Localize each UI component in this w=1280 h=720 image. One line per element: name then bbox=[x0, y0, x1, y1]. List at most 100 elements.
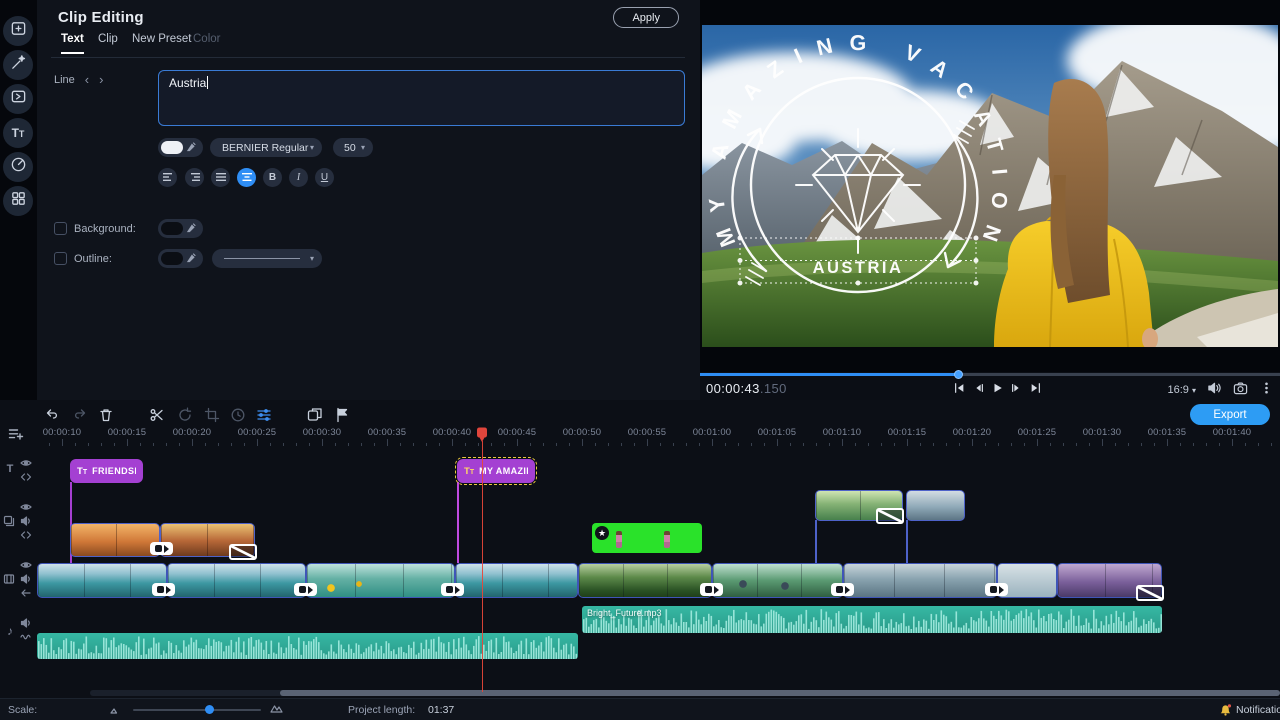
mute-icon[interactable] bbox=[19, 616, 33, 629]
video-clip-segment[interactable] bbox=[455, 563, 578, 598]
eye-icon[interactable] bbox=[19, 500, 33, 513]
zoom-out-icon[interactable] bbox=[110, 705, 121, 717]
tab-color[interactable]: Color bbox=[193, 33, 220, 45]
video-clip-segment[interactable] bbox=[37, 563, 167, 598]
playhead-handle[interactable] bbox=[476, 427, 488, 443]
color-swatch bbox=[161, 141, 183, 154]
audio-clip[interactable] bbox=[37, 633, 578, 659]
align-left-button[interactable] bbox=[158, 168, 177, 187]
skip-start-button[interactable] bbox=[952, 381, 967, 395]
seek-handle[interactable] bbox=[954, 370, 963, 379]
magic-wand-icon bbox=[10, 54, 27, 76]
align-justify-button[interactable] bbox=[211, 168, 230, 187]
chevron-left-icon[interactable]: ‹ bbox=[85, 73, 89, 86]
next-frame-button[interactable] bbox=[1009, 381, 1024, 395]
align-center-button[interactable] bbox=[237, 168, 256, 187]
prev-frame-button[interactable] bbox=[971, 381, 986, 395]
more-menu-button[interactable] bbox=[1259, 381, 1274, 398]
outline-color-picker[interactable] bbox=[158, 249, 203, 268]
sidebar-item-stickers[interactable] bbox=[3, 152, 33, 182]
background-checkbox[interactable] bbox=[54, 222, 67, 235]
italic-button[interactable]: I bbox=[289, 168, 308, 187]
transition-badge[interactable] bbox=[441, 583, 464, 596]
sidebar-item-media[interactable] bbox=[3, 16, 33, 46]
mute-icon[interactable] bbox=[19, 572, 33, 585]
eyedropper-icon bbox=[186, 139, 198, 157]
scale-slider[interactable] bbox=[133, 709, 261, 711]
audio-clip[interactable]: Bright_Future.mp3 bbox=[582, 606, 1162, 633]
video-clip-segment[interactable] bbox=[712, 563, 843, 598]
chevron-right-icon[interactable]: › bbox=[99, 73, 103, 86]
no-transition-badge[interactable] bbox=[876, 508, 904, 524]
overlay-clip[interactable]: ★ bbox=[592, 523, 702, 553]
grid-icon bbox=[10, 190, 27, 212]
transition-badge[interactable] bbox=[831, 583, 854, 596]
video-clip-segment[interactable] bbox=[167, 563, 306, 598]
transition-badge[interactable] bbox=[294, 583, 317, 596]
title-clip[interactable]: TTMY AMAZING bbox=[457, 459, 535, 483]
video-clip-segment[interactable] bbox=[578, 563, 712, 598]
aspect-ratio-select[interactable]: 16:9 ▾ bbox=[1168, 384, 1197, 396]
overlay-clip[interactable] bbox=[906, 490, 965, 521]
arrow-left-icon[interactable] bbox=[19, 586, 33, 599]
bell-icon[interactable] bbox=[1218, 703, 1233, 720]
video-preview[interactable]: MY AMAZING VACATION AUSTRIA bbox=[702, 25, 1278, 347]
video-clip-segment[interactable] bbox=[843, 563, 997, 598]
zoom-in-icon[interactable] bbox=[270, 703, 284, 716]
underline-button[interactable]: U bbox=[315, 168, 334, 187]
font-family-select[interactable]: BERNIER Regular ▾ bbox=[210, 138, 322, 157]
tab-text[interactable]: Text bbox=[61, 33, 84, 45]
transition-badge[interactable] bbox=[985, 583, 1008, 596]
no-transition-badge[interactable] bbox=[229, 544, 257, 560]
no-transition-badge[interactable] bbox=[1136, 585, 1164, 601]
link-icon[interactable] bbox=[19, 528, 33, 541]
volume-button[interactable] bbox=[1207, 381, 1222, 398]
background-label: Background: bbox=[74, 223, 136, 235]
sidebar-item-more[interactable] bbox=[3, 186, 33, 216]
video-clip-segment[interactable] bbox=[306, 563, 455, 598]
mute-icon[interactable] bbox=[19, 514, 33, 527]
title-clip[interactable]: TTFRIENDSHIP bbox=[70, 459, 143, 483]
background-color-picker[interactable] bbox=[158, 219, 203, 238]
playhead-line[interactable] bbox=[482, 441, 484, 692]
player-controls: 00:00:43.150 16:9 ▾ bbox=[700, 372, 1280, 400]
status-bar: Scale: Project length: 01:37 Notificatio… bbox=[0, 698, 1280, 720]
skip-end-button[interactable] bbox=[1028, 381, 1043, 395]
text-clip-icon: TT bbox=[77, 466, 87, 477]
tracks-area: T ♪ TTFRIENDSHIPTTMY AMAZING★Bright_Futu… bbox=[0, 400, 1280, 698]
outline-checkbox[interactable] bbox=[54, 252, 67, 265]
bold-button[interactable]: B bbox=[263, 168, 282, 187]
sidebar-item-titles[interactable]: TT bbox=[3, 118, 33, 148]
eye-icon[interactable] bbox=[19, 558, 33, 571]
text-color-picker[interactable] bbox=[158, 138, 203, 157]
eye-icon[interactable] bbox=[19, 456, 33, 469]
scale-slider-knob[interactable] bbox=[205, 705, 214, 714]
font-size-value: 50 bbox=[344, 142, 356, 154]
transition-badge[interactable] bbox=[152, 583, 175, 596]
video-frame: MY AMAZING VACATION AUSTRIA bbox=[702, 25, 1278, 347]
audio-waveform bbox=[37, 633, 578, 659]
tab-new-preset[interactable]: New Preset bbox=[132, 33, 191, 45]
scrollbar-thumb[interactable] bbox=[280, 690, 1280, 696]
snapshot-button[interactable] bbox=[1233, 381, 1248, 398]
audio-clip-label: Bright_Future.mp3 bbox=[587, 608, 662, 618]
transition-badge[interactable] bbox=[700, 583, 723, 596]
waveform-icon[interactable] bbox=[19, 630, 33, 643]
align-right-button[interactable] bbox=[185, 168, 204, 187]
tab-clip[interactable]: Clip bbox=[98, 33, 118, 45]
audio-track-icon: ♪ bbox=[3, 624, 17, 637]
play-button[interactable] bbox=[990, 381, 1005, 395]
title-text-input[interactable]: Austria bbox=[158, 70, 685, 126]
sidebar-item-transitions[interactable] bbox=[3, 84, 33, 114]
transition-badge[interactable] bbox=[150, 542, 173, 555]
font-size-select[interactable]: 50 ▾ bbox=[333, 138, 373, 157]
horizontal-scrollbar[interactable] bbox=[90, 690, 1280, 696]
preview-panel: MY AMAZING VACATION AUSTRIA bbox=[700, 0, 1280, 400]
outline-style-select[interactable]: ▾ bbox=[212, 249, 322, 268]
sidebar-item-filters[interactable] bbox=[3, 50, 33, 80]
seek-bar[interactable] bbox=[700, 373, 1280, 376]
stamp-bottom-text: AUSTRIA bbox=[813, 259, 904, 277]
link-icon[interactable] bbox=[19, 470, 33, 483]
overlay-clip[interactable] bbox=[70, 523, 160, 557]
apply-button[interactable]: Apply bbox=[613, 7, 679, 28]
